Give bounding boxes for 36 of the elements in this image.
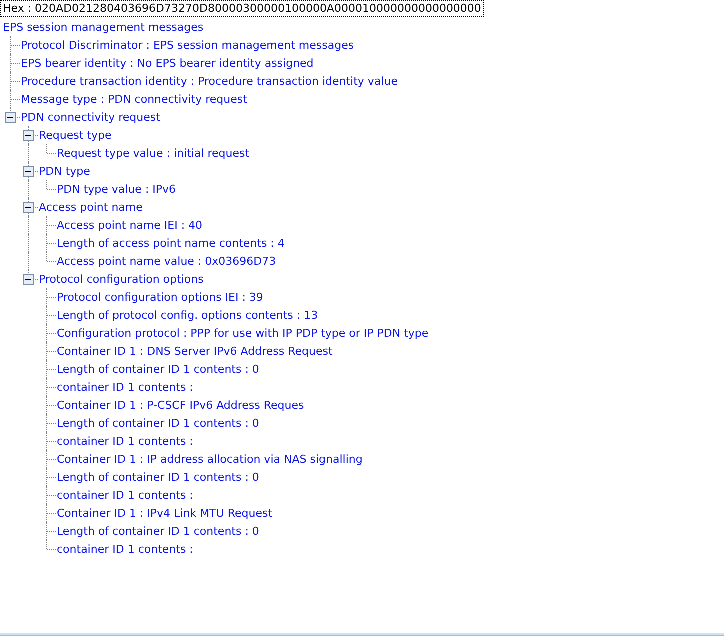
tree-item[interactable]: Length of container ID 1 contents : 0 [56,416,260,430]
tree-item[interactable]: Length of container ID 1 contents : 0 [56,524,260,538]
collapse-icon[interactable] [23,274,34,285]
tree-item[interactable]: PDN type value : IPv6 [56,182,176,196]
tree-item[interactable]: Configuration protocol : PPP for use with IP PDP type or IP PDN type [56,326,429,340]
tree-item[interactable]: container ID 1 contents : [56,542,194,556]
tree-item[interactable]: container ID 1 contents : [56,380,194,394]
tree-item[interactable]: PDN connectivity request [20,110,160,124]
tree-item[interactable]: Protocol configuration options [38,272,204,286]
tree-item[interactable]: EPS session management messages [2,20,204,34]
tree-item[interactable]: Length of protocol config. options contents : 13 [56,308,318,322]
tree-item[interactable]: Container ID 1 : DNS Server IPv6 Address Request [56,344,333,358]
tree-item[interactable]: Container ID 1 : IPv4 Link MTU Request [56,506,273,520]
tree-item[interactable]: Access point name value : 0x03696D73 [56,254,276,268]
hex-string: Hex : 020AD021280403696D73270D80000300000100000A000010000000000000000 [0,0,484,17]
tree-item[interactable]: Access point name [38,200,143,214]
tree-item[interactable]: Protocol Discriminator : EPS session management messages [20,38,354,52]
tree-item[interactable]: container ID 1 contents : [56,488,194,502]
tree-item[interactable]: Request type value : initial request [56,146,250,160]
tree-item[interactable]: EPS bearer identity : No EPS bearer identity assigned [20,56,314,70]
tree-item[interactable]: Protocol configuration options IEI : 39 [56,290,264,304]
tree-item[interactable]: Container ID 1 : P-CSCF IPv6 Address Reques [56,398,304,412]
tree-item[interactable]: Container ID 1 : IP address allocation via NAS signalling [56,452,363,466]
collapse-icon[interactable] [23,130,34,141]
tree-item[interactable]: Length of access point name contents : 4 [56,236,285,250]
tree-item[interactable]: PDN type [38,164,90,178]
tree-item[interactable]: Length of container ID 1 contents : 0 [56,470,260,484]
tree-item[interactable]: Procedure transaction identity : Procedure transaction identity value [20,74,398,88]
tree-item[interactable]: Length of container ID 1 contents : 0 [56,362,260,376]
tree-item[interactable]: container ID 1 contents : [56,434,194,448]
tree-item[interactable]: Access point name IEI : 40 [56,218,203,232]
tree-item[interactable]: Message type : PDN connectivity request [20,92,248,106]
collapse-icon[interactable] [23,202,34,213]
tree-item[interactable]: Request type [38,128,112,142]
collapse-icon[interactable] [23,166,34,177]
collapse-icon[interactable] [5,112,16,123]
